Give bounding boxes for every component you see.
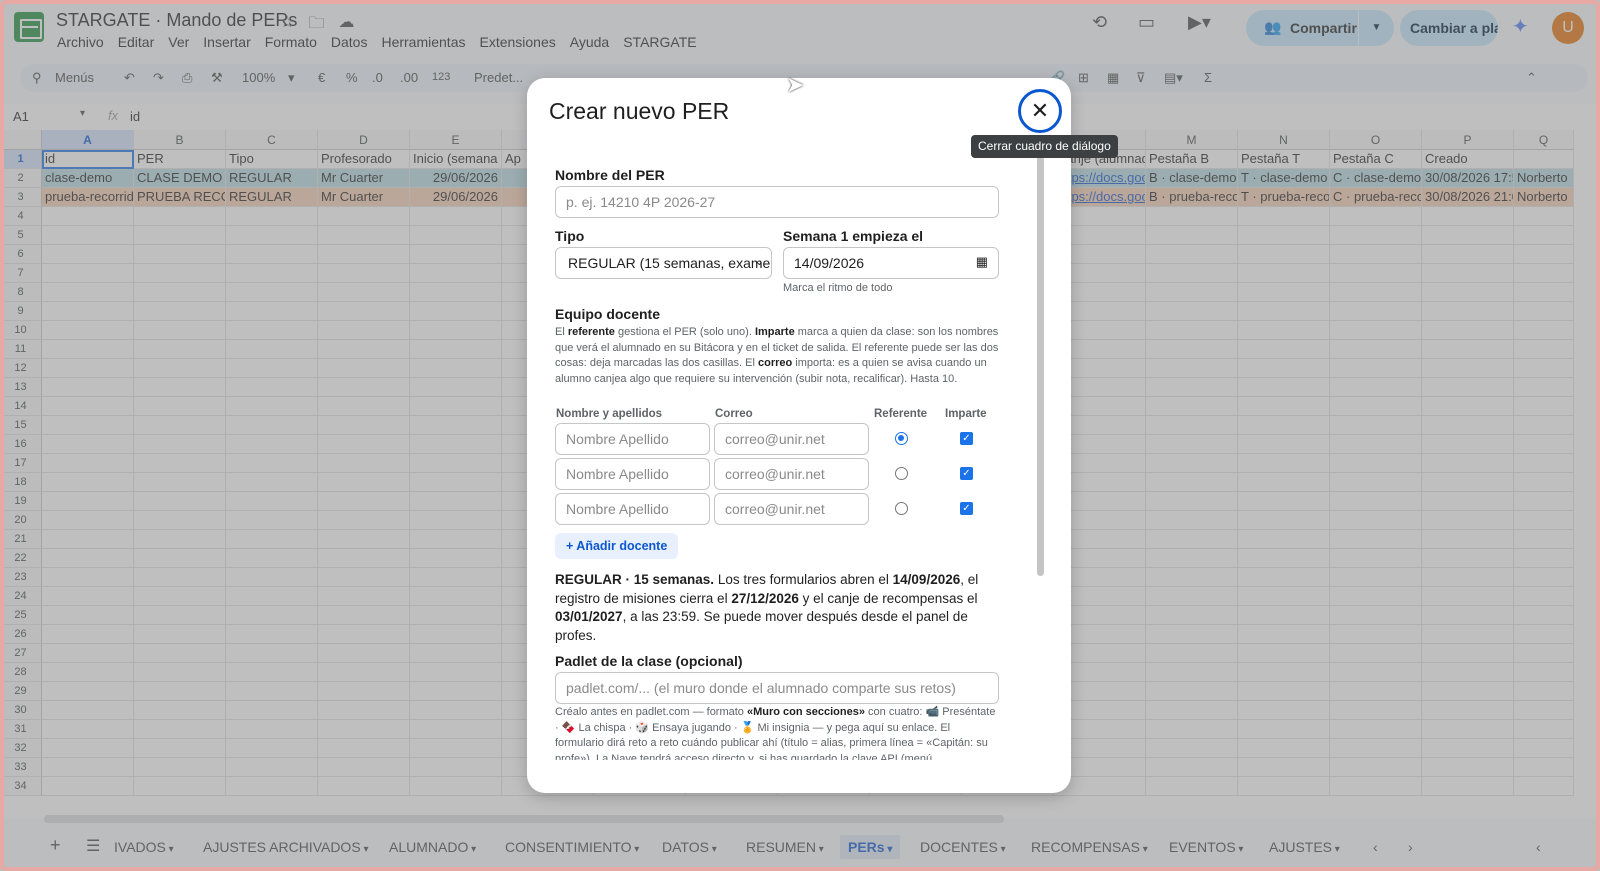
padlet-input[interactable]: padlet.com/... (el muro donde el alumnad… bbox=[555, 672, 999, 704]
add-teacher-button[interactable]: + Añadir docente bbox=[555, 533, 679, 559]
team-label: Equipo docente bbox=[555, 306, 660, 322]
imparte-checkbox[interactable]: ✓ bbox=[960, 467, 973, 480]
padlet-description: Créalo antes en padlet.com — formato «Mu… bbox=[555, 706, 996, 760]
imparte-checkbox[interactable]: ✓ bbox=[960, 502, 973, 515]
type-select[interactable]: REGULAR (15 semanas, exame ⌄ bbox=[555, 247, 772, 279]
referente-radio[interactable] bbox=[895, 432, 908, 445]
week-start-value: 14/09/2026 bbox=[794, 255, 865, 271]
close-dialog-button[interactable]: ✕ bbox=[1018, 89, 1062, 133]
team-description: El referente gestiona el PER (solo uno).… bbox=[555, 326, 999, 385]
create-per-dialog: Crear nuevo PER ✕ Nombre del PER p. ej. … bbox=[527, 78, 1071, 793]
close-icon: ✕ bbox=[1030, 98, 1050, 123]
week-hint: Marca el ritmo de todo bbox=[783, 282, 893, 294]
teacher-name-input[interactable]: Nombre Apellido bbox=[555, 423, 710, 455]
name-label: Nombre del PER bbox=[555, 167, 665, 183]
type-label: Tipo bbox=[555, 228, 585, 244]
calendar-icon[interactable]: ▦ bbox=[976, 254, 988, 270]
schedule-summary: REGULAR · 15 semanas. Los tres formulari… bbox=[555, 572, 979, 643]
imparte-checkbox[interactable]: ✓ bbox=[960, 432, 973, 445]
col-email-header: Correo bbox=[715, 408, 753, 420]
chevron-down-icon: ⌄ bbox=[754, 256, 764, 268]
dialog-title: Crear nuevo PER bbox=[549, 98, 730, 124]
col-ref-header: Referente bbox=[874, 408, 928, 420]
referente-radio[interactable] bbox=[895, 467, 908, 480]
teacher-name-input[interactable]: Nombre Apellido bbox=[555, 493, 710, 525]
teacher-email-input[interactable]: correo@unir.net bbox=[714, 423, 869, 455]
teacher-email-input[interactable]: correo@unir.net bbox=[714, 493, 869, 525]
teacher-name-input[interactable]: Nombre Apellido bbox=[555, 458, 710, 490]
close-tooltip: Cerrar cuadro de diálogo bbox=[971, 135, 1118, 158]
padlet-label: Padlet de la clase (opcional) bbox=[555, 653, 743, 669]
teacher-email-input[interactable]: correo@unir.net bbox=[714, 458, 869, 490]
col-teach-header: Imparte bbox=[945, 408, 987, 420]
week-start-date-input[interactable]: 14/09/2026 ▦ bbox=[783, 247, 999, 279]
dialog-scrollbar[interactable] bbox=[1037, 156, 1044, 576]
per-name-input[interactable]: p. ej. 14210 4P 2026-27 bbox=[555, 186, 999, 218]
col-name-header: Nombre y apellidos bbox=[556, 408, 663, 420]
mouse-cursor-icon: ➤ bbox=[786, 72, 805, 97]
week-label: Semana 1 empieza el bbox=[783, 228, 924, 244]
referente-radio[interactable] bbox=[895, 502, 908, 515]
type-select-value: REGULAR (15 semanas, exame bbox=[568, 255, 771, 271]
